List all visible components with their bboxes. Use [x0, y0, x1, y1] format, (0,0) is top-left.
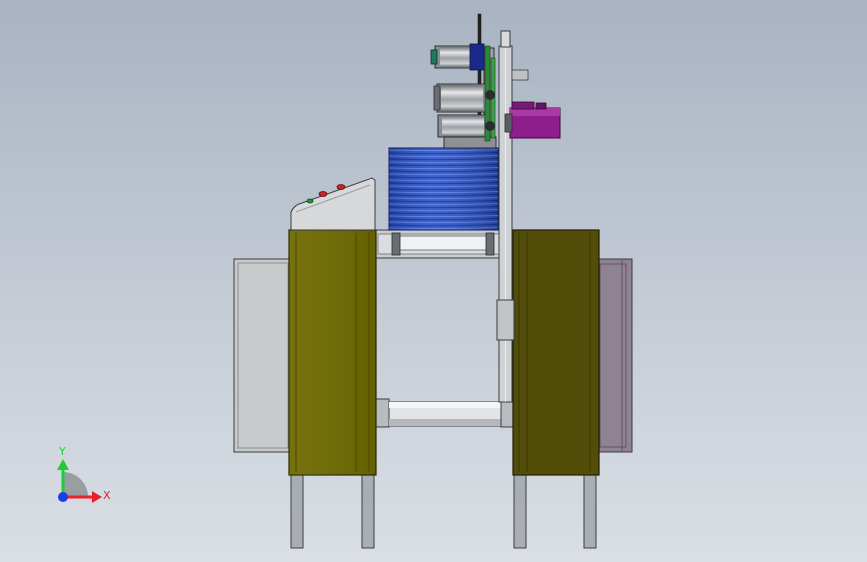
indicator-light-green	[306, 198, 314, 204]
triad-rotation-arc	[63, 472, 88, 497]
lower-roller	[372, 398, 516, 428]
leg-front-right	[583, 474, 597, 549]
right-frame-panel	[512, 229, 600, 476]
x-axis-arrow-icon	[92, 491, 102, 503]
purple-servo-motor	[504, 101, 561, 139]
legs	[290, 474, 597, 549]
control-panel[interactable]	[290, 177, 376, 231]
blue-wire-spool	[388, 147, 499, 231]
coordinate-triad: Y X	[57, 445, 111, 503]
left-frame-panel	[288, 229, 377, 476]
machine-model[interactable]: Y X	[0, 0, 867, 562]
y-axis-arrow-icon	[57, 459, 69, 470]
upper-roller-assembly	[372, 229, 516, 259]
upper-mechanism	[430, 13, 497, 149]
y-axis-label: Y	[58, 445, 66, 458]
push-button-red-2[interactable]	[336, 184, 346, 190]
push-button-red-1[interactable]	[318, 191, 328, 197]
leg-front-left	[290, 474, 304, 549]
leg-rear-right	[513, 474, 527, 549]
x-axis-label: X	[103, 489, 111, 502]
cad-viewport[interactable]: Y X	[0, 0, 867, 562]
z-axis-dot-icon	[58, 492, 68, 502]
leg-rear-left	[361, 474, 375, 549]
right-electrical-cabinet	[595, 258, 633, 453]
left-electrical-cabinet	[233, 258, 293, 453]
